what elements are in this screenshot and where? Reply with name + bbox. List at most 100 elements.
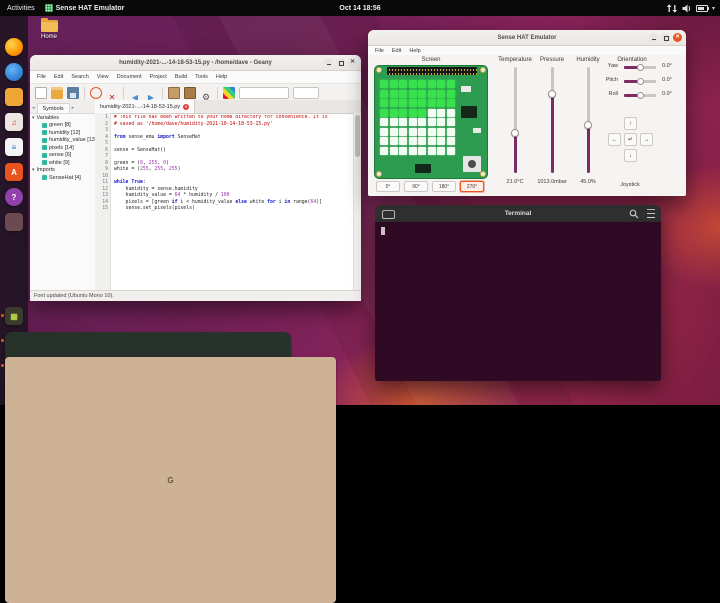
joystick-down-button[interactable]: ↓: [624, 149, 637, 162]
roll-slider-handle[interactable]: [636, 92, 644, 99]
tab-close-icon[interactable]: [183, 103, 190, 110]
humidity-slider-handle[interactable]: [584, 121, 592, 130]
minimize-button[interactable]: [649, 33, 658, 42]
forward-icon[interactable]: [145, 87, 157, 99]
symbol-item[interactable]: pixels [14]: [30, 144, 95, 152]
editor-scrollbar[interactable]: [353, 113, 361, 291]
menu-document[interactable]: Document: [113, 74, 146, 80]
code-area[interactable]: 1 2 3 4 5 6 7 8 9 10 11 12 13 14 15 # This file has be…: [95, 113, 361, 291]
pressure-slider-handle[interactable]: [548, 89, 556, 98]
dock-item-libreoffice-writer[interactable]: ≡: [5, 138, 23, 156]
color-icon[interactable]: [223, 87, 235, 99]
new-icon[interactable]: [35, 87, 47, 99]
minimize-button[interactable]: [324, 58, 333, 67]
rotation-180-button[interactable]: 180°: [432, 181, 456, 192]
toolbar-goto-entry[interactable]: [293, 87, 319, 99]
yaw-slider-handle[interactable]: [636, 64, 644, 71]
focused-app-menu[interactable]: Sense HAT Emulator: [44, 4, 124, 12]
expander-icon: ▾: [32, 114, 35, 121]
activities-button[interactable]: Activities: [7, 5, 35, 12]
led-cell: [427, 89, 436, 98]
symbol-group-variables[interactable]: ▾ Variables: [30, 114, 95, 122]
file-tab[interactable]: humidity-2021-...-14-18-53-15.py: [95, 100, 196, 113]
symbol-group-imports[interactable]: ▾ Imports: [30, 167, 95, 175]
tab-scroll-left-icon[interactable]: ◂: [31, 105, 36, 113]
symbol-item[interactable]: white [9]: [30, 159, 95, 167]
menu-build[interactable]: Build: [171, 74, 191, 80]
close-button[interactable]: [673, 33, 682, 42]
menu-edit[interactable]: Edit: [388, 48, 405, 54]
sidebar-tab-symbols[interactable]: Symbols: [36, 103, 70, 113]
close-icon[interactable]: [106, 87, 118, 99]
back-icon[interactable]: [129, 87, 141, 99]
dock-item-ubuntu-software[interactable]: A: [5, 163, 23, 181]
toolbar-search-entry[interactable]: [239, 87, 289, 99]
terminal-body[interactable]: [375, 222, 661, 381]
open-icon[interactable]: [51, 87, 63, 99]
dock-item-sense-hat-emulator[interactable]: ▦: [1, 307, 23, 325]
pressure-slider[interactable]: [550, 67, 554, 173]
led-cell: [446, 118, 455, 126]
led-cell: [389, 118, 398, 126]
mounting-hole: [376, 67, 382, 73]
led-cell: [399, 127, 407, 136]
menu-file[interactable]: File: [33, 74, 50, 80]
system-tray[interactable]: ▾: [666, 0, 715, 16]
dock-item-help[interactable]: ?: [5, 188, 23, 206]
menu-file[interactable]: File: [371, 48, 388, 54]
symbol-icon: [42, 130, 47, 136]
terminal-titlebar[interactable]: Terminal: [375, 205, 661, 223]
desktop-home-icon[interactable]: Home: [36, 17, 62, 40]
rotation-270-button[interactable]: 270°: [460, 181, 484, 192]
dock-item-firefox[interactable]: [5, 38, 23, 56]
build-icon[interactable]: [184, 87, 196, 99]
menu-help[interactable]: Help: [405, 48, 424, 54]
temperature-slider-handle[interactable]: [511, 128, 519, 137]
led-cell: [380, 137, 388, 145]
roll-label: Roll: [608, 91, 618, 97]
dock-item-trash[interactable]: [5, 213, 23, 231]
joystick-enter-button[interactable]: ↵: [624, 133, 637, 146]
save-icon[interactable]: [67, 87, 79, 99]
symbol-item[interactable]: humidity_value [13]: [30, 137, 95, 145]
rotation-0-button[interactable]: 0°: [376, 181, 400, 192]
maximize-button[interactable]: [336, 58, 345, 67]
menu-view[interactable]: View: [93, 74, 113, 80]
symbol-item[interactable]: green [8]: [30, 122, 95, 130]
dock-item-terminal[interactable]: >_: [1, 332, 291, 508]
dock-item-geany[interactable]: G: [1, 357, 336, 603]
led-cell: [399, 89, 407, 98]
revert-icon[interactable]: [90, 87, 102, 99]
geany-titlebar[interactable]: humidity-2021-...-14-18-53-15.py - /home…: [30, 55, 361, 71]
search-icon[interactable]: [629, 209, 639, 219]
compile-icon[interactable]: [168, 87, 180, 99]
joystick-up-button[interactable]: ↑: [624, 117, 637, 130]
symbol-item[interactable]: sense [6]: [30, 152, 95, 160]
menu-icon[interactable]: [647, 209, 655, 218]
maximize-button[interactable]: [661, 33, 670, 42]
mounting-hole: [376, 171, 382, 177]
menu-project[interactable]: Project: [146, 74, 171, 80]
temperature-slider[interactable]: [513, 67, 517, 173]
rotation-90-button[interactable]: 90°: [404, 181, 428, 192]
run-icon[interactable]: [200, 87, 212, 99]
menu-search[interactable]: Search: [67, 74, 92, 80]
pitch-slider-handle[interactable]: [636, 78, 644, 85]
menu-help[interactable]: Help: [212, 74, 231, 80]
dock-item-files[interactable]: [5, 88, 23, 106]
symbol-label: white [9]: [49, 159, 70, 166]
humidity-value: 45.0%: [580, 179, 596, 185]
close-button[interactable]: [348, 58, 357, 67]
menu-edit[interactable]: Edit: [50, 74, 67, 80]
tab-scroll-right-icon[interactable]: ▸: [71, 105, 76, 113]
symbol-item[interactable]: SenseHat [4]: [30, 174, 95, 182]
dock-item-thunderbird[interactable]: [5, 63, 23, 81]
dock-item-rhythmbox[interactable]: ♫: [5, 113, 23, 131]
sense-hat-titlebar[interactable]: Sense HAT Emulator: [368, 30, 686, 46]
code-text[interactable]: # This file has been written to your hom…: [114, 115, 353, 291]
chip-component: [461, 106, 477, 118]
symbol-item[interactable]: humidity [12]: [30, 129, 95, 137]
joystick-right-button[interactable]: →: [640, 133, 653, 146]
menu-tools[interactable]: Tools: [191, 74, 212, 80]
joystick-left-button[interactable]: ←: [608, 133, 621, 146]
